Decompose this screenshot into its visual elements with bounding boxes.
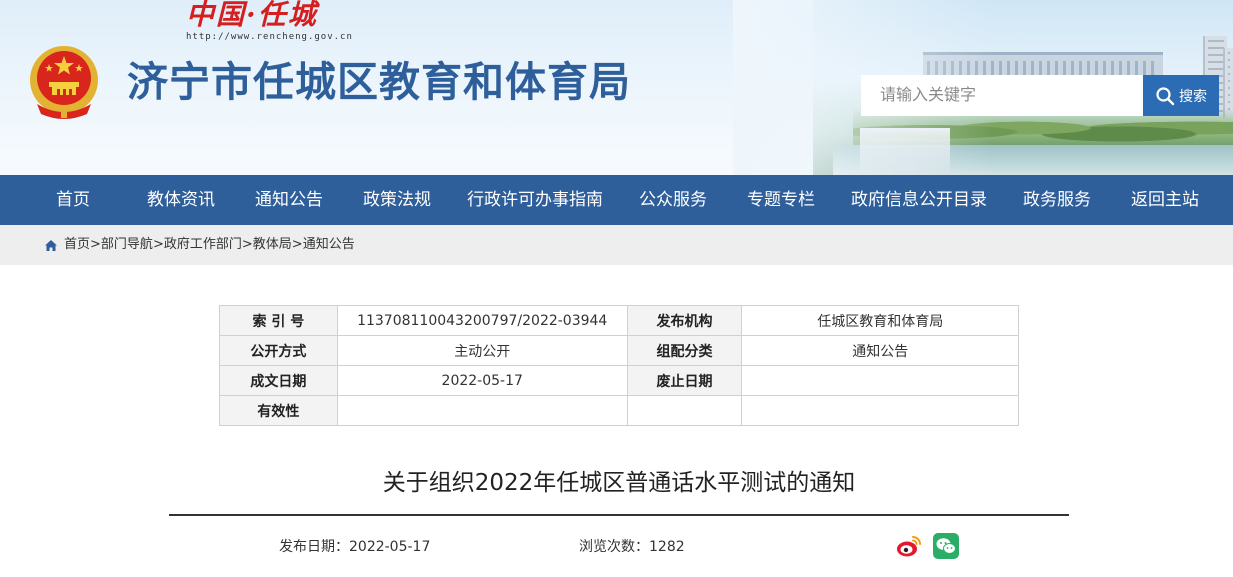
info-label: 公开方式 bbox=[219, 335, 338, 366]
info-value: 113708110043200797/2022-03944 bbox=[336, 305, 628, 336]
info-label: 组配分类 bbox=[626, 335, 743, 366]
info-label: 成文日期 bbox=[219, 365, 338, 396]
nav-item-special-topics[interactable]: 专题专栏 bbox=[740, 175, 822, 225]
view-count: 浏览次数：1282 bbox=[579, 539, 685, 555]
national-emblem-icon bbox=[30, 46, 98, 119]
breadcrumb-home[interactable]: 首页 bbox=[64, 225, 90, 265]
nav-item-news[interactable]: 教体资讯 bbox=[140, 175, 222, 225]
breadcrumb-dept-nav[interactable]: 部门导航 bbox=[101, 225, 153, 265]
table-row: 成文日期 2022-05-17 废止日期 bbox=[219, 365, 1019, 396]
breadcrumb-bar: 首页 > 部门导航 > 政府工作部门 > 教体局 > 通知公告 bbox=[0, 225, 1233, 265]
info-value: 2022-05-17 bbox=[336, 365, 628, 396]
search-icon bbox=[1156, 86, 1175, 105]
article-title: 关于组织2022年任城区普通话水平测试的通知 bbox=[382, 470, 856, 496]
table-row: 有效性 bbox=[219, 395, 1019, 426]
info-label: 有效性 bbox=[219, 395, 338, 426]
site-title: 济宁市任城区教育和体育局 bbox=[127, 58, 631, 106]
site-header: 中国·任城 http://www.rencheng.gov.cn 济宁市任城区教… bbox=[0, 0, 1233, 175]
table-row: 公开方式 主动公开 组配分类 通知公告 bbox=[219, 335, 1019, 366]
breadcrumb-gov-depts[interactable]: 政府工作部门 bbox=[164, 225, 242, 265]
document-info-table: 索 引 号 113708110043200797/2022-03944 发布机构… bbox=[219, 305, 1019, 426]
search-button-label: 搜索 bbox=[1179, 88, 1207, 105]
nav-item-main-site[interactable]: 返回主站 bbox=[1124, 175, 1206, 225]
breadcrumb-separator: > bbox=[241, 237, 253, 252]
info-value bbox=[741, 365, 1019, 396]
publish-date: 发布日期：2022-05-17 bbox=[279, 539, 431, 555]
wechat-icon[interactable] bbox=[933, 533, 959, 559]
info-value: 通知公告 bbox=[741, 335, 1019, 366]
breadcrumb: 首页 > 部门导航 > 政府工作部门 > 教体局 > 通知公告 bbox=[44, 225, 355, 265]
nav-item-info-disclosure[interactable]: 政府信息公开目录 bbox=[844, 175, 994, 225]
info-value bbox=[336, 395, 628, 426]
nav-item-public-services[interactable]: 公众服务 bbox=[632, 175, 714, 225]
title-divider bbox=[169, 514, 1069, 516]
search-button[interactable]: 搜索 bbox=[1143, 75, 1219, 116]
home-icon bbox=[45, 239, 57, 251]
breadcrumb-separator: > bbox=[90, 237, 101, 252]
info-label: 废止日期 bbox=[626, 365, 743, 396]
search-input[interactable] bbox=[861, 75, 1143, 116]
info-value bbox=[626, 395, 743, 426]
nav-item-gov-services[interactable]: 政务服务 bbox=[1016, 175, 1098, 225]
breadcrumb-separator: > bbox=[291, 237, 303, 252]
brand-logo-text: 中国·任城 bbox=[186, 0, 318, 31]
nav-item-home[interactable]: 首页 bbox=[40, 175, 106, 225]
main-nav: 首页 教体资讯 通知公告 政策法规 行政许可办事指南 公众服务 专题专栏 政府信… bbox=[0, 175, 1233, 225]
breadcrumb-edu-bureau[interactable]: 教体局 bbox=[253, 225, 292, 265]
weibo-icon[interactable] bbox=[896, 534, 922, 558]
table-row: 索 引 号 113708110043200797/2022-03944 发布机构… bbox=[219, 305, 1019, 336]
info-value bbox=[741, 395, 1019, 426]
nav-item-permit-guide[interactable]: 行政许可办事指南 bbox=[460, 175, 610, 225]
info-value: 主动公开 bbox=[336, 335, 628, 366]
nav-item-notices[interactable]: 通知公告 bbox=[248, 175, 330, 225]
breadcrumb-notices[interactable]: 通知公告 bbox=[303, 225, 355, 265]
brand-url: http://www.rencheng.gov.cn bbox=[186, 32, 353, 42]
info-label: 索 引 号 bbox=[219, 305, 338, 336]
breadcrumb-separator: > bbox=[152, 237, 164, 252]
search-box: 搜索 bbox=[861, 75, 1219, 116]
nav-item-policies[interactable]: 政策法规 bbox=[356, 175, 438, 225]
info-value: 任城区教育和体育局 bbox=[741, 305, 1019, 336]
info-label: 发布机构 bbox=[626, 305, 743, 336]
